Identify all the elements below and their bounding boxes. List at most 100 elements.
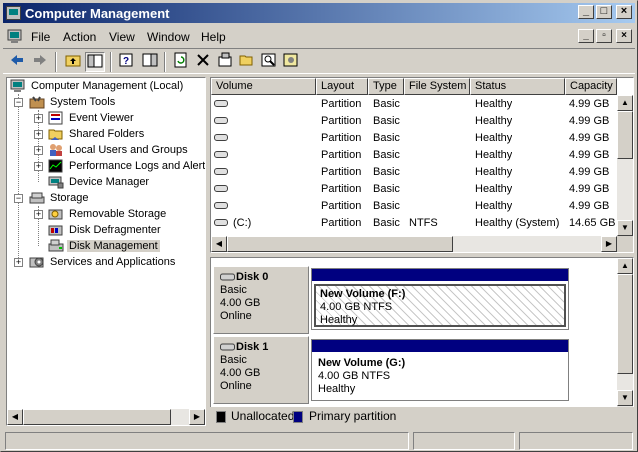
mdi-restore-button[interactable]: ▫ <box>596 29 612 43</box>
scroll-thumb[interactable] <box>617 274 633 374</box>
column-header-file-system[interactable]: File System <box>404 78 470 95</box>
unallocated-swatch <box>216 411 226 423</box>
tree-item-removable-storage[interactable]: Removable Storage <box>48 206 168 222</box>
table-row[interactable]: Partition Basic Healthy 4.99 GB <box>211 113 617 130</box>
tree-label: Disk Management <box>67 240 160 252</box>
tree-item-storage[interactable]: Storage <box>29 190 91 206</box>
shared-folder-icon <box>48 127 64 141</box>
table-row[interactable]: Partition Basic Healthy 4.99 GB <box>211 164 617 181</box>
disk-0-info[interactable]: Disk 0 Basic 4.00 GB Online <box>213 266 309 334</box>
scroll-thumb[interactable] <box>23 409 171 425</box>
tree-connector <box>18 94 19 264</box>
scroll-thumb[interactable] <box>617 111 633 159</box>
cell-status: Healthy <box>475 149 513 161</box>
cell-layout: Partition <box>321 115 362 127</box>
scroll-up-button[interactable]: ▲ <box>617 95 633 111</box>
table-row[interactable]: Partition Basic Healthy 4.99 GB <box>211 147 617 164</box>
scroll-down-button[interactable]: ▼ <box>617 390 633 406</box>
table-row[interactable]: Partition Basic Healthy 4.99 GB <box>211 198 617 215</box>
volume-icon <box>214 219 228 226</box>
tree-item-services-and-applications[interactable]: Services and Applications <box>29 254 177 270</box>
expand-shared-folders-button[interactable]: + <box>34 130 43 139</box>
menu-help[interactable]: Help <box>201 30 226 44</box>
expand-performance-logs-button[interactable]: + <box>34 162 43 171</box>
table-row[interactable]: Partition Basic Healthy 4.99 GB <box>211 130 617 147</box>
settings-icon[interactable] <box>281 52 301 72</box>
volume-icon <box>214 185 228 192</box>
table-row[interactable]: Partition Basic Healthy 4.99 GB <box>211 96 617 113</box>
menu-file[interactable]: File <box>31 30 50 44</box>
column-header-status[interactable]: Status <box>470 78 565 95</box>
column-header-layout[interactable]: Layout <box>316 78 368 95</box>
forward-arrow-icon[interactable] <box>30 52 50 72</box>
volume-list-vertical-scrollbar[interactable]: ▲ ▼ <box>617 95 633 236</box>
console-tree[interactable]: Computer Management (Local) − System Too… <box>6 77 206 426</box>
volume-list-horizontal-scrollbar[interactable]: ◀ ▶ <box>211 236 617 252</box>
close-button[interactable]: × <box>616 5 632 19</box>
expand-removable-storage-button[interactable]: + <box>34 210 43 219</box>
scroll-up-button[interactable]: ▲ <box>617 258 633 274</box>
tree-item-shared-folders[interactable]: Shared Folders <box>48 126 146 142</box>
menu-view[interactable]: View <box>109 30 135 44</box>
mmc-console-icon[interactable] <box>7 29 23 44</box>
column-header-volume[interactable]: Volume <box>211 78 316 95</box>
maximize-button[interactable]: □ <box>596 5 612 19</box>
tree-item-performance-logs[interactable]: Performance Logs and Alerts <box>48 158 205 174</box>
table-row[interactable]: Partition Basic Healthy 4.99 GB <box>211 181 617 198</box>
tree-item-disk-defragmenter[interactable]: Disk Defragmenter <box>48 222 163 238</box>
expand-services-button[interactable]: + <box>14 258 23 267</box>
expand-local-users-button[interactable]: + <box>34 146 43 155</box>
scroll-left-button[interactable]: ◀ <box>7 409 23 425</box>
removable-storage-icon <box>48 207 64 221</box>
tree-item-event-viewer[interactable]: Event Viewer <box>48 110 136 126</box>
scroll-right-button[interactable]: ▶ <box>601 236 617 252</box>
up-folder-icon[interactable] <box>63 52 83 72</box>
title-bar[interactable]: Computer Management _ □ × <box>3 3 635 23</box>
disk-0-volume[interactable]: New Volume (F:) 4.00 GB NTFS Healthy <box>311 268 569 330</box>
cell-type: Basic <box>373 115 400 127</box>
refresh-icon[interactable] <box>171 52 191 72</box>
cell-capacity: 4.99 GB <box>569 149 610 161</box>
delete-icon[interactable] <box>193 52 213 72</box>
cell-capacity: 4.99 GB <box>569 115 610 127</box>
menu-window[interactable]: Window <box>147 30 190 44</box>
minimize-button[interactable]: _ <box>578 5 594 19</box>
status-cell-3 <box>519 432 633 450</box>
computer-management-icon <box>6 6 21 20</box>
tree-item-local-users[interactable]: Local Users and Groups <box>48 142 190 158</box>
tree-item-device-manager[interactable]: Device Manager <box>48 174 151 190</box>
cell-capacity: 4.99 GB <box>569 200 610 212</box>
scroll-down-button[interactable]: ▼ <box>617 220 633 236</box>
show-hide-tree-icon[interactable] <box>85 52 105 72</box>
tree-horizontal-scrollbar[interactable]: ◀ ▶ <box>7 409 205 425</box>
help-icon[interactable]: ? <box>117 52 137 72</box>
expand-event-viewer-button[interactable]: + <box>34 114 43 123</box>
disk-view-vertical-scrollbar[interactable]: ▲ ▼ <box>617 258 633 408</box>
open-folder-icon[interactable] <box>237 52 257 72</box>
tree-item-system-tools[interactable]: System Tools <box>29 94 117 110</box>
disk-1-volume[interactable]: New Volume (G:) 4.00 GB NTFS Healthy <box>311 339 569 401</box>
collapse-storage-button[interactable]: − <box>14 194 23 203</box>
disk-graphical-view[interactable]: Disk 0 Basic 4.00 GB Online New Volume (… <box>210 257 634 427</box>
scroll-left-button[interactable]: ◀ <box>211 236 227 252</box>
tree-item-disk-management[interactable]: Disk Management <box>48 238 160 254</box>
mdi-close-button[interactable]: × <box>616 29 632 43</box>
collapse-system-tools-button[interactable]: − <box>14 98 23 107</box>
back-arrow-icon[interactable] <box>7 52 27 72</box>
table-row[interactable]: (C:) Partition Basic NTFS Healthy (System) 14… <box>211 215 617 232</box>
properties-icon[interactable] <box>215 52 235 72</box>
column-header-capacity[interactable]: Capacity <box>565 78 617 95</box>
disk-1-volume-body[interactable]: New Volume (G:) 4.00 GB NTFS Healthy <box>314 355 566 398</box>
menu-action[interactable]: Action <box>63 30 96 44</box>
mdi-minimize-button[interactable]: _ <box>578 29 594 43</box>
scroll-thumb[interactable] <box>227 236 453 252</box>
disk-0-volume-body[interactable]: New Volume (F:) 4.00 GB NTFS Healthy <box>314 284 566 327</box>
tree-label: Local Users and Groups <box>69 144 188 156</box>
column-header-type[interactable]: Type <box>368 78 404 95</box>
disk-1-info[interactable]: Disk 1 Basic 4.00 GB Online <box>213 336 309 404</box>
show-pane-icon[interactable] <box>140 52 160 72</box>
tree-item-root[interactable]: Computer Management (Local) <box>10 78 185 94</box>
scroll-right-button[interactable]: ▶ <box>189 409 205 425</box>
volume-list[interactable]: Volume Layout Type File System Status Ca… <box>210 77 634 253</box>
search-icon[interactable] <box>259 52 279 72</box>
